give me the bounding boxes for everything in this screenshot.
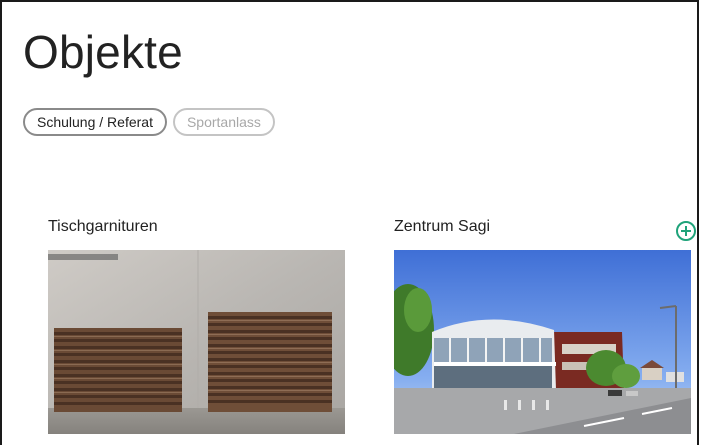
filter-chip-sportanlass[interactable]: Sportanlass xyxy=(172,108,275,136)
filter-chips: Schulung / Referat Sportanlass xyxy=(23,108,275,136)
add-circle-icon[interactable] xyxy=(675,220,697,242)
card-title[interactable]: Zentrum Sagi xyxy=(394,216,691,238)
stacked-tables-photo[interactable] xyxy=(48,250,345,434)
card-title[interactable]: Tischgarnituren xyxy=(48,216,345,238)
page-title: Objekte xyxy=(23,26,183,78)
object-card-zentrum-sagi[interactable]: Zentrum Sagi xyxy=(394,216,696,434)
object-card-tischgarnituren[interactable]: Tischgarnituren xyxy=(48,216,345,434)
filter-chip-schulung[interactable]: Schulung / Referat xyxy=(23,108,167,136)
page-frame: Objekte Schulung / Referat Sportanlass T… xyxy=(0,0,699,445)
building-photo[interactable] xyxy=(394,250,691,434)
